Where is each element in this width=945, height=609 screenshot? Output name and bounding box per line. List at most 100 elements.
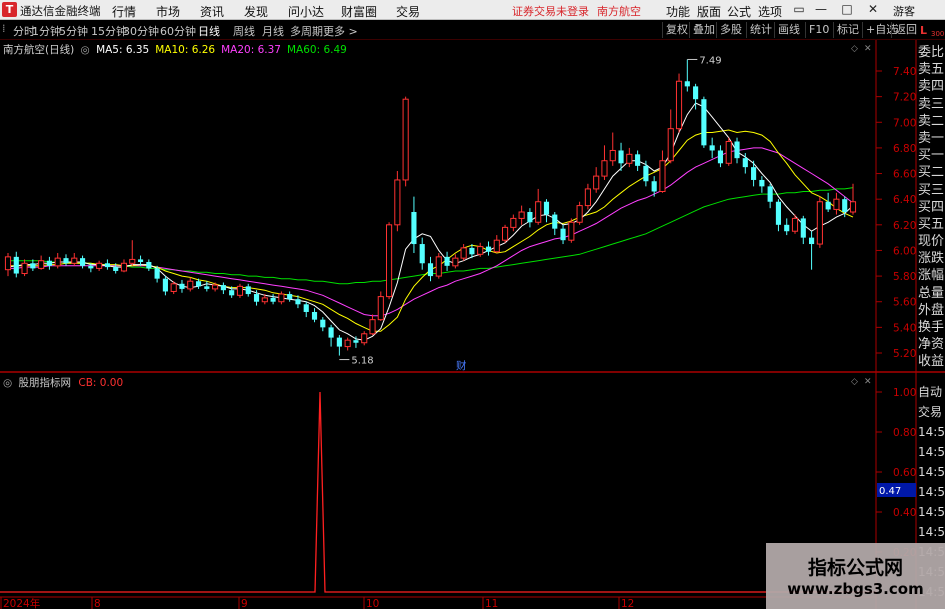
panel-menu-icon[interactable]: ◇: [851, 44, 858, 54]
trade-list-item: 14:56: [918, 525, 945, 539]
candle-body: [229, 290, 235, 296]
period-button[interactable]: 更多 >: [323, 23, 358, 39]
side-label[interactable]: 净资: [918, 336, 945, 353]
sub-chart-legend: ◎ 股朋指标网 CB: 0.00: [3, 375, 123, 390]
side-label[interactable]: 涨幅: [918, 267, 945, 284]
trade-list-item: 交易: [918, 405, 943, 419]
side-label[interactable]: 总量: [918, 285, 945, 302]
menu-item[interactable]: 交易: [396, 3, 420, 20]
menu-item[interactable]: 市场: [156, 3, 180, 20]
maximize-icon[interactable]: □: [838, 1, 856, 18]
candle-body: [411, 212, 417, 245]
candle-body: [419, 244, 425, 264]
period-button[interactable]: 多周期: [290, 23, 323, 39]
date-axis-label: 9: [241, 598, 248, 609]
side-label[interactable]: 换手: [918, 319, 945, 336]
toolbar-right-button[interactable]: 多股: [716, 22, 745, 38]
side-label[interactable]: 现价: [918, 233, 945, 250]
toolbar-right-button[interactable]: F10: [805, 22, 832, 38]
restore-icon[interactable]: ▭: [790, 1, 808, 18]
period-button[interactable]: 60分钟: [160, 23, 196, 39]
period-button[interactable]: 日线: [198, 23, 220, 39]
side-label[interactable]: 卖一: [918, 130, 945, 147]
side-label[interactable]: 买二: [918, 164, 945, 181]
top-right-menu-item[interactable]: 公式: [727, 3, 751, 20]
candle-body: [659, 160, 666, 192]
minimize-icon[interactable]: —: [812, 1, 830, 18]
chevron-down-icon[interactable]: ◎: [81, 44, 90, 56]
side-label[interactable]: 涨跌: [918, 250, 945, 267]
candle-body: [552, 214, 558, 229]
candle-body: [353, 340, 359, 343]
candle-body: [800, 218, 806, 238]
login-warning[interactable]: 证券交易未登录 南方航空: [512, 3, 649, 19]
panel-close-icon[interactable]: ✕: [864, 377, 872, 387]
toolbar-right-button[interactable]: 返回: [891, 22, 920, 38]
toolbar-right-button[interactable]: 统计: [746, 22, 775, 38]
panel-menu-icon[interactable]: ◇: [851, 377, 858, 387]
candle-body: [618, 150, 624, 164]
toolbar-right-button[interactable]: 复权: [662, 22, 691, 38]
toolbar-right-button[interactable]: 画线: [774, 22, 803, 38]
ma-legend-item: MA5: 6.35: [96, 44, 150, 56]
candle-body: [444, 256, 450, 266]
trade-list-item: 14:56: [918, 445, 945, 459]
side-label[interactable]: 收益: [918, 353, 945, 370]
menu-item[interactable]: 财富圈: [341, 3, 377, 20]
menu-item[interactable]: 问小达: [288, 3, 324, 20]
side-label[interactable]: 委比: [918, 44, 945, 61]
period-button[interactable]: 15分钟: [91, 23, 127, 39]
candle-body: [693, 86, 699, 100]
top-right-menu-item[interactable]: 版面: [697, 3, 721, 20]
menu-bar: T 通达信金融终端 证券交易未登录 南方航空 游客 行情 市场 资讯 发现 问小达 财富圈 交…: [0, 0, 945, 20]
candle-body: [667, 128, 674, 162]
period-button[interactable]: 30分钟: [123, 23, 159, 39]
side-label[interactable]: 买三: [918, 182, 945, 199]
candle-body: [303, 304, 309, 312]
candle-body: [460, 247, 467, 259]
menu-item[interactable]: 发现: [244, 3, 268, 20]
side-label[interactable]: 买四: [918, 199, 945, 216]
candle-body: [527, 212, 533, 223]
side-label[interactable]: 买一: [918, 147, 945, 164]
candle-body: [742, 158, 748, 168]
toolbar-right-button[interactable]: 标记: [833, 22, 862, 38]
period-button[interactable]: 5分钟: [59, 23, 88, 39]
sub-current-value: 0.47: [879, 486, 901, 497]
period-button[interactable]: 周线: [233, 23, 255, 39]
menu-item[interactable]: 行情: [112, 3, 136, 20]
user-guest-label[interactable]: 游客: [893, 3, 915, 19]
price-axis-label: 5.80: [893, 271, 916, 283]
watermark-url: www.zbgs3.com: [787, 580, 924, 598]
panel-close-icon[interactable]: ✕: [864, 44, 872, 54]
toolbar-right-button[interactable]: 叠加: [689, 22, 718, 38]
top-right-menu-item[interactable]: 功能: [666, 3, 690, 20]
date-axis-label: 12: [621, 598, 634, 609]
side-label[interactable]: 卖二: [918, 113, 945, 130]
side-label[interactable]: 卖三: [918, 96, 945, 113]
sub-axis-label: 0.40: [893, 507, 916, 519]
current-stock-name[interactable]: 南方航空: [597, 5, 641, 18]
kline-chart[interactable]: 7.40 7.20 7.00 6.80 6.60 6.40 6.20 6.00 5.80 5.60…: [0, 40, 945, 609]
price-axis-label: 5.40: [893, 322, 916, 334]
candle-body: [295, 299, 301, 305]
top-right-menu-item[interactable]: 选项: [758, 3, 782, 20]
period-button[interactable]: 1分钟: [32, 23, 61, 39]
finance-event-icon[interactable]: 财: [456, 359, 467, 372]
login-status[interactable]: 证券交易未登录: [512, 5, 589, 18]
date-axis-label: 2024年: [3, 597, 40, 609]
side-label[interactable]: 外盘: [918, 302, 945, 319]
candle-body: [38, 260, 45, 269]
side-label[interactable]: 卖四: [918, 78, 945, 95]
side-label[interactable]: 买五: [918, 216, 945, 233]
candle-body: [477, 246, 484, 255]
menu-item[interactable]: 资讯: [200, 3, 224, 20]
side-label[interactable]: 卖五: [918, 61, 945, 78]
toolbar-toggle-icon[interactable]: ⁞: [2, 22, 6, 35]
indicator-name[interactable]: 股朋指标网: [19, 377, 72, 389]
candle-body: [543, 201, 550, 215]
close-icon[interactable]: ✕: [864, 1, 882, 18]
chevron-down-icon[interactable]: ◎: [3, 377, 12, 389]
quote-side-panel: 委比 卖五 卖四 卖三 卖二 卖一 买一 买二 买三 买四 买五 现价 涨跌 涨幅 总量 外盘 换手 净资 收益: [918, 44, 945, 371]
period-button[interactable]: 月线: [262, 23, 284, 39]
